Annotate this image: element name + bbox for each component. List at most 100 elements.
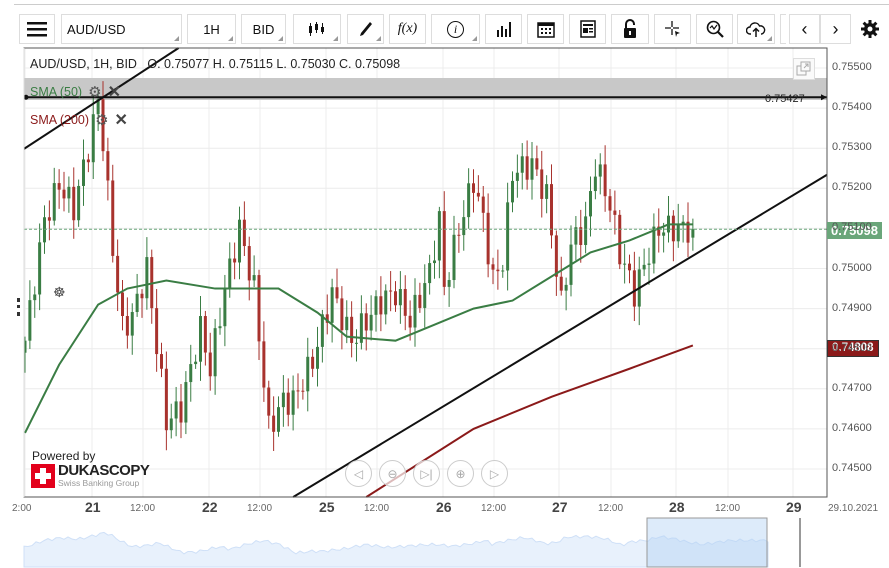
popout-icon — [796, 61, 811, 76]
sma200-label: SMA (200) — [30, 113, 90, 127]
x-tick-label: 12:00 — [598, 503, 624, 514]
x-tick-label: 28 — [669, 499, 685, 515]
zoom-in-button[interactable]: ⊕ — [447, 460, 474, 487]
candle-body — [574, 227, 578, 245]
sma200-settings-gear-icon[interactable]: ⚙ — [95, 111, 108, 129]
candle-body — [116, 255, 120, 293]
candle-body — [306, 356, 310, 392]
candle-body — [398, 288, 402, 306]
candle-body — [515, 172, 519, 181]
sma200-legend: SMA (200) ⚙ ✕ — [30, 110, 128, 130]
sma50-line — [24, 223, 693, 434]
candle-body — [184, 382, 188, 423]
triangle-right-icon: ▷ — [489, 466, 500, 481]
candle-body — [340, 298, 344, 331]
x-tick-label: 29 — [786, 499, 802, 515]
ohlc-readout: AUD/USD, 1H, BID O. 0.75077 H. 0.75115 L… — [30, 57, 400, 71]
y-tick-label: 0.75400 — [832, 101, 872, 114]
candle-body — [379, 296, 383, 315]
candle-body — [530, 158, 534, 180]
candle-body — [62, 189, 66, 199]
brand-tagline: Swiss Banking Group — [58, 478, 140, 488]
sma50-remove-close-icon[interactable]: ✕ — [108, 82, 121, 102]
pan-left-button[interactable]: ◁ — [345, 460, 372, 487]
candle-body — [145, 257, 149, 299]
candle-body — [247, 246, 251, 281]
candle-body — [481, 196, 485, 213]
candle-body — [662, 232, 666, 236]
candle-body — [467, 183, 471, 218]
candle-body — [628, 263, 631, 271]
candle-body — [642, 264, 646, 270]
x-tick-label: 26 — [436, 499, 452, 515]
x-tick-label: 12:00 — [715, 503, 741, 514]
candle-body — [169, 418, 173, 431]
candle-body — [330, 287, 334, 323]
go-to-latest-button[interactable]: ▷| — [413, 460, 440, 487]
candle-body — [286, 392, 290, 415]
candle-body — [491, 264, 495, 270]
candle-body — [238, 219, 241, 263]
candle-body — [296, 390, 300, 392]
candle-body — [179, 401, 183, 423]
candle-body — [613, 210, 617, 215]
candle-body — [676, 223, 680, 242]
candle-body — [267, 387, 271, 416]
candle-body — [437, 211, 441, 261]
candle-body — [121, 292, 124, 316]
candle-body — [452, 234, 456, 281]
candle-body — [603, 164, 607, 197]
candle-body — [545, 184, 549, 199]
candle-body — [394, 291, 397, 306]
pan-right-button[interactable]: ▷ — [481, 460, 508, 487]
swiss-cross-icon — [31, 463, 55, 488]
candle-body — [189, 364, 193, 383]
y-tick-label: 0.75300 — [832, 141, 872, 154]
candle-body — [228, 258, 232, 288]
powered-by: Powered by — [32, 449, 96, 463]
candle-body — [589, 191, 592, 217]
x-tick-label: 25 — [319, 499, 335, 515]
brand-name: DUKASCOPY — [58, 462, 150, 479]
y-tick-label: 0.74900 — [832, 301, 872, 314]
ohlc-values: O. 0.75077 H. 0.75115 L. 0.75030 C. 0.75… — [147, 57, 401, 71]
candle-body — [140, 293, 144, 299]
candle-body — [593, 176, 597, 192]
candle-body — [691, 229, 695, 238]
candle-body — [462, 217, 466, 236]
candle-body — [155, 308, 159, 355]
candle-body — [174, 401, 178, 419]
candle-body — [486, 212, 490, 265]
candle-body — [320, 314, 324, 347]
candle-body — [218, 326, 222, 329]
navigator-window — [646, 517, 768, 568]
candle-body — [111, 180, 115, 256]
candle-body — [618, 214, 622, 265]
collapse-handle-icon[interactable] — [17, 298, 20, 316]
candle-body — [106, 151, 110, 181]
candle-body — [272, 415, 276, 432]
candle-body — [316, 346, 319, 369]
candle-body — [496, 269, 500, 272]
sma50-label: SMA (50) — [30, 85, 83, 99]
candle-body — [413, 294, 417, 328]
sma50-settings-gear-icon[interactable]: ⚙ — [88, 83, 101, 101]
popout-button[interactable] — [793, 58, 815, 80]
zoom-out-button[interactable]: ⊖ — [379, 460, 406, 487]
candle-body — [389, 290, 393, 292]
candle-body — [564, 284, 568, 291]
candle-body — [579, 227, 583, 246]
candle-body — [291, 390, 295, 415]
y-tick-label: 0.74800 — [832, 341, 872, 354]
candle-body — [86, 159, 90, 163]
triangle-left-icon: ◁ — [353, 466, 364, 481]
candle-body — [77, 185, 81, 221]
candle-body — [418, 294, 422, 308]
horizontal-line-label: 0.75427 — [765, 93, 805, 105]
plot-frame — [23, 47, 828, 498]
candle-body — [384, 290, 388, 315]
spider-icon: ☸ — [53, 284, 66, 300]
candle-body — [38, 242, 42, 295]
sma200-remove-close-icon[interactable]: ✕ — [115, 110, 128, 130]
y-tick-label: 0.75100 — [832, 221, 872, 234]
